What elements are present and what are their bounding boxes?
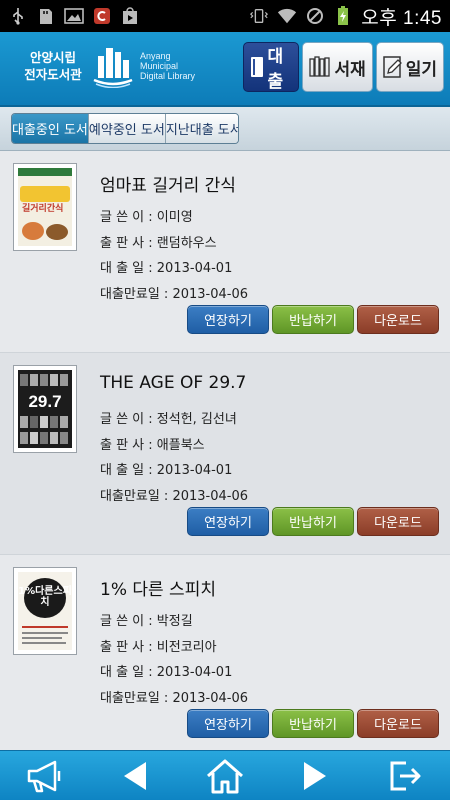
home-button[interactable] bbox=[200, 753, 250, 799]
bottom-nav-bar bbox=[0, 750, 450, 800]
book-list: 길거리간식 엄마표 길거리 간식 글 쓴 이 : 이미영 출 판 사 : 랜덤하… bbox=[0, 151, 450, 757]
library-logo[interactable]: 안양시립 전자도서관 Anyang Municipal Digital Libr… bbox=[20, 44, 195, 88]
logout-icon bbox=[390, 761, 421, 790]
header-nav: 대출 서재 일기 bbox=[243, 42, 444, 92]
book-publisher: 출 판 사 : 비전코리아 bbox=[100, 639, 217, 655]
no-sim-icon bbox=[305, 7, 325, 25]
book-publisher: 출 판 사 : 애플북스 bbox=[100, 437, 205, 453]
book-title[interactable]: 엄마표 길거리 간식 bbox=[100, 171, 236, 196]
nav-diary-button[interactable]: 일기 bbox=[375, 42, 444, 92]
download-button[interactable]: 다운로드 bbox=[357, 507, 439, 536]
book-actions: 연장하기 반납하기 다운로드 bbox=[187, 507, 439, 536]
forward-button[interactable] bbox=[290, 753, 340, 799]
image-icon bbox=[64, 7, 84, 25]
status-time: 오후 1:45 bbox=[361, 7, 442, 29]
nav-loan-button[interactable]: 대출 bbox=[243, 42, 300, 92]
list-item: 길거리간식 엄마표 길거리 간식 글 쓴 이 : 이미영 출 판 사 : 랜덤하… bbox=[0, 151, 450, 353]
tab-current-loans[interactable]: 대출중인 도서 bbox=[12, 114, 89, 143]
extend-button[interactable]: 연장하기 bbox=[187, 709, 269, 738]
list-item: 1%다른스피치 1% 다른 스피치 글 쓴 이 : 박정길 출 판 사 : 비전… bbox=[0, 555, 450, 757]
book-cover[interactable]: 29.7 bbox=[13, 365, 77, 453]
download-button[interactable]: 다운로드 bbox=[357, 305, 439, 334]
usb-icon bbox=[8, 7, 28, 25]
book-loan-date: 대 출 일 : 2013-04-01 bbox=[100, 261, 233, 276]
nav-library-label: 서재 bbox=[334, 59, 366, 80]
cover-title-text: 길거리간식 bbox=[22, 204, 64, 214]
logout-button[interactable] bbox=[380, 753, 430, 799]
bookshelf-icon bbox=[309, 56, 331, 77]
tab-past-loans[interactable]: 지난대출 도서 bbox=[165, 114, 238, 143]
book-title[interactable]: THE AGE OF 29.7 bbox=[100, 373, 246, 393]
megaphone-button[interactable] bbox=[20, 753, 70, 799]
logo-english-line3: Digital Library bbox=[140, 71, 196, 81]
home-icon bbox=[207, 759, 243, 793]
book-loan-date: 대 출 일 : 2013-04-01 bbox=[100, 665, 233, 680]
wifi-icon bbox=[277, 7, 297, 25]
library-building-icon bbox=[93, 48, 133, 88]
book-icon bbox=[251, 57, 264, 77]
back-button[interactable] bbox=[110, 753, 160, 799]
nav-loan-label: 대출 bbox=[267, 47, 284, 92]
logo-english-line2: Municipal bbox=[140, 61, 179, 71]
status-bar: 오후 1:45 bbox=[0, 0, 450, 32]
book-author: 글 쓴 이 : 정석헌, 김선녀 bbox=[100, 412, 237, 427]
return-button[interactable]: 반납하기 bbox=[272, 507, 354, 536]
download-button[interactable]: 다운로드 bbox=[357, 709, 439, 738]
cover-title-text: 29.7 bbox=[28, 392, 62, 411]
return-button[interactable]: 반납하기 bbox=[272, 709, 354, 738]
book-title[interactable]: 1% 다른 스피치 bbox=[100, 575, 216, 600]
book-due-date: 대출만료일 : 2013-04-06 bbox=[100, 690, 248, 706]
book-author: 글 쓴 이 : 이미영 bbox=[100, 210, 193, 225]
logo-korean-line1: 안양시립 bbox=[29, 50, 76, 65]
cover-title-text: 1%다른스피치 bbox=[18, 586, 72, 608]
play-store-icon bbox=[120, 7, 140, 25]
book-author: 글 쓴 이 : 박정길 bbox=[100, 614, 193, 629]
book-due-date: 대출만료일 : 2013-04-06 bbox=[100, 488, 248, 504]
forward-arrow-icon bbox=[304, 761, 326, 790]
book-cover[interactable]: 길거리간식 bbox=[13, 163, 77, 251]
app-header: 안양시립 전자도서관 Anyang Municipal Digital Libr… bbox=[0, 32, 450, 107]
extend-button[interactable]: 연장하기 bbox=[187, 507, 269, 536]
nav-diary-label: 일기 bbox=[405, 59, 437, 80]
nav-library-button[interactable]: 서재 bbox=[302, 42, 373, 92]
sd-card-icon bbox=[36, 7, 56, 25]
tab-reserved[interactable]: 예약중인 도서 bbox=[88, 114, 166, 143]
diary-icon bbox=[382, 56, 402, 78]
book-actions: 연장하기 반납하기 다운로드 bbox=[187, 305, 439, 334]
megaphone-icon bbox=[27, 760, 61, 792]
logo-korean-line2: 전자도서관 bbox=[24, 67, 82, 82]
back-arrow-icon bbox=[124, 761, 146, 790]
extend-button[interactable]: 연장하기 bbox=[187, 305, 269, 334]
battery-charging-icon bbox=[333, 6, 353, 25]
loan-tabs: 대출중인 도서 예약중인 도서 지난대출 도서 bbox=[11, 113, 239, 144]
book-cover[interactable]: 1%다른스피치 bbox=[13, 567, 77, 655]
list-item: 29.7 THE AGE OF 29.7 글 쓴 이 : 정석헌, 김선녀 출 … bbox=[0, 353, 450, 555]
logo-english-line1: Anyang bbox=[140, 51, 171, 61]
book-loan-date: 대 출 일 : 2013-04-01 bbox=[100, 463, 233, 478]
book-due-date: 대출만료일 : 2013-04-06 bbox=[100, 286, 248, 302]
app-c-icon bbox=[92, 7, 112, 25]
book-publisher: 출 판 사 : 랜덤하우스 bbox=[100, 235, 217, 251]
vibrate-icon bbox=[249, 7, 269, 25]
tab-bar: 대출중인 도서 예약중인 도서 지난대출 도서 bbox=[0, 107, 450, 151]
book-actions: 연장하기 반납하기 다운로드 bbox=[187, 709, 439, 738]
return-button[interactable]: 반납하기 bbox=[272, 305, 354, 334]
